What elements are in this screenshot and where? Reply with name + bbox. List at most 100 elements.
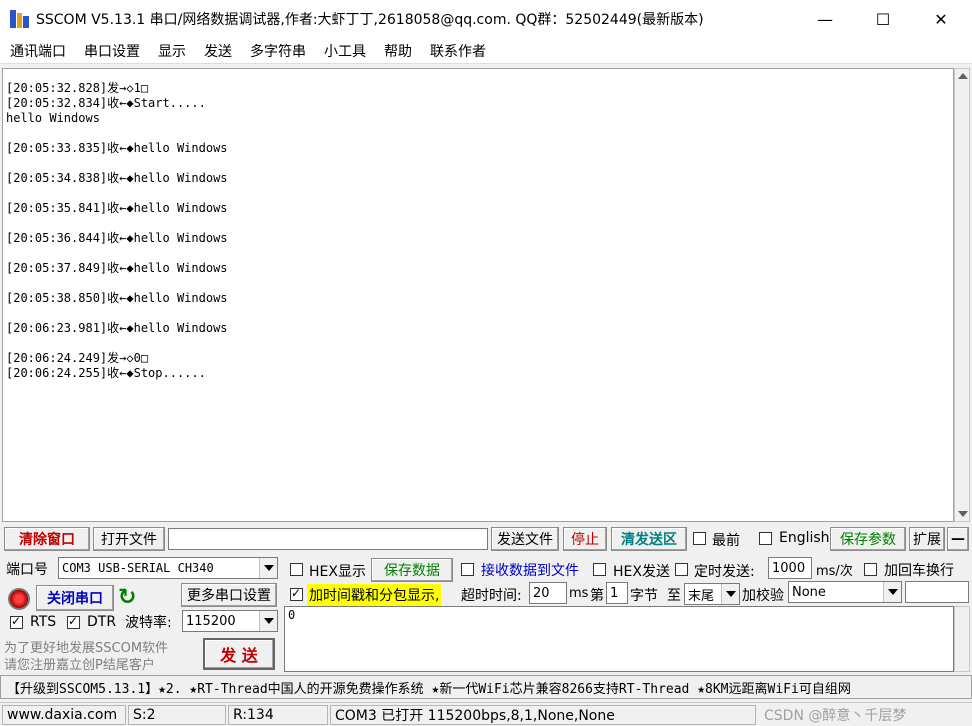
chevron-down-icon[interactable] xyxy=(259,611,277,631)
receive-scrollbar[interactable] xyxy=(954,68,970,522)
timed-send-label: 定时发送: xyxy=(694,564,755,580)
menu-tools[interactable]: 小工具 xyxy=(324,41,366,61)
chevron-down-icon[interactable] xyxy=(259,558,277,578)
send-input[interactable]: 0 xyxy=(284,606,954,672)
clear-send-button[interactable]: 清发送区 xyxy=(611,527,687,551)
checksum-extra-field[interactable] xyxy=(905,581,969,603)
promo-line-2[interactable]: 请您注册嘉立创P结尾客户 xyxy=(4,654,155,673)
english-checkbox[interactable] xyxy=(759,532,772,545)
byte-label: 字节 xyxy=(630,588,658,604)
port-state: COM3 已打开 115200bps,8,1,None,None xyxy=(330,705,756,725)
interval-input[interactable]: 1000 xyxy=(768,557,812,579)
collapse-button[interactable]: — xyxy=(947,527,969,551)
minimize-button[interactable]: — xyxy=(796,0,854,38)
menu-comm-port[interactable]: 通讯端口 xyxy=(10,41,66,61)
byte-prefix: 第 xyxy=(590,588,604,604)
add-crlf-label: 加回车换行 xyxy=(884,563,954,579)
more-serial-settings-button[interactable]: 更多串口设置 xyxy=(181,583,277,607)
maximize-icon: ☐ xyxy=(875,9,891,29)
checksum-value: None xyxy=(792,584,826,600)
maximize-button[interactable]: ☐ xyxy=(854,0,912,38)
scroll-down-icon[interactable] xyxy=(958,511,968,517)
menu-serial-settings[interactable]: 串口设置 xyxy=(84,41,140,61)
window-title: SSCOM V5.13.1 串口/网络数据调试器,作者:大虾丁丁,2618058… xyxy=(36,12,704,28)
receive-text-area[interactable]: [20:05:32.828]发→◇1□ [20:05:32.834]收←◆Star… xyxy=(2,68,954,522)
menu-help[interactable]: 帮助 xyxy=(384,41,412,61)
byte-index-input[interactable]: 1 xyxy=(606,582,628,604)
receive-log-line: hello Windows xyxy=(6,111,100,125)
hex-display-label: HEX显示 xyxy=(309,564,366,580)
close-port-button[interactable]: 关闭串口 xyxy=(36,585,114,611)
refresh-icon[interactable]: ↻ xyxy=(118,586,142,610)
site-link[interactable]: www.daxia.com xyxy=(2,705,126,725)
receive-log-line xyxy=(6,306,950,321)
receive-log-line: [20:05:37.849]收←◆hello Windows xyxy=(6,261,228,275)
received-count: R:134 xyxy=(228,705,328,725)
port-status-icon xyxy=(8,588,30,610)
rts-checkbox[interactable] xyxy=(10,614,23,629)
open-file-button[interactable]: 打开文件 xyxy=(93,527,165,551)
receive-log-line xyxy=(6,246,950,261)
interval-unit: ms/次 xyxy=(816,564,853,579)
receive-log-line: [20:05:32.828]发→◇1□ xyxy=(6,81,149,95)
menu-multi-string[interactable]: 多字符串 xyxy=(250,41,306,61)
close-icon: ✕ xyxy=(934,9,948,29)
menu-contact-author[interactable]: 联系作者 xyxy=(430,41,486,61)
scroll-up-icon[interactable] xyxy=(958,73,968,79)
send-button[interactable]: 发 送 xyxy=(203,638,275,670)
checksum-label: 加校验 xyxy=(742,588,784,604)
receive-log-line: [20:05:32.834]收←◆Start..... xyxy=(6,96,206,110)
receive-log-line xyxy=(6,186,950,201)
menu-send[interactable]: 发送 xyxy=(204,41,232,61)
checksum-select[interactable]: None xyxy=(788,581,902,603)
status-bar: www.daxia.com S:2 R:134 COM3 已打开 115200b… xyxy=(0,702,972,726)
baud-select[interactable]: 115200 xyxy=(182,610,278,632)
app-icon xyxy=(10,8,30,30)
dtr-checkbox[interactable] xyxy=(67,614,80,629)
chevron-down-icon[interactable] xyxy=(883,582,901,602)
receive-log-line: [20:05:38.850]收←◆hello Windows xyxy=(6,291,228,305)
watermark: CSDN @醉意丶千层梦 xyxy=(764,708,907,724)
chevron-down-icon[interactable] xyxy=(721,584,739,604)
port-label: 端口号 xyxy=(6,562,48,578)
timestamp-checkbox[interactable] xyxy=(290,586,303,601)
receive-log-line: [20:06:23.981]收←◆hello Windows xyxy=(6,321,228,335)
timeout-unit: ms xyxy=(569,586,589,601)
receive-log-line xyxy=(6,336,950,351)
stop-button[interactable]: 停止 xyxy=(563,527,607,551)
menu-bar: 通讯端口 串口设置 显示 发送 多字符串 小工具 帮助 联系作者 xyxy=(0,38,972,64)
hex-send-label: HEX发送 xyxy=(613,564,670,580)
receive-log-line: [20:05:36.844]收←◆hello Windows xyxy=(6,231,228,245)
recv-to-file-label[interactable]: 接收数据到文件 xyxy=(481,560,579,580)
receive-log-line: [20:05:34.838]收←◆hello Windows xyxy=(6,171,228,185)
recv-to-file-checkbox[interactable] xyxy=(461,563,474,576)
add-crlf-checkbox[interactable] xyxy=(864,563,877,576)
receive-log-line xyxy=(6,126,950,141)
topmost-checkbox[interactable] xyxy=(693,532,706,545)
end-select[interactable]: 末尾 xyxy=(684,583,740,605)
minimize-icon: — xyxy=(817,9,833,29)
to-label: 至 xyxy=(667,588,681,604)
end-value: 末尾 xyxy=(688,588,715,604)
close-button[interactable]: ✕ xyxy=(912,0,970,38)
news-marquee[interactable]: 【升级到SSCOM5.13.1】★2. ★RT-Thread中国人的开源免费操作… xyxy=(0,675,972,699)
save-params-button[interactable]: 保存参数 xyxy=(830,527,906,551)
receive-log-line: [20:06:24.249]发→◇0□ xyxy=(6,351,149,365)
baud-label: 波特率: xyxy=(125,615,172,631)
clear-window-button[interactable]: 清除窗口 xyxy=(4,527,90,551)
sent-count: S:2 xyxy=(128,705,226,725)
hex-send-checkbox[interactable] xyxy=(593,563,606,576)
save-data-button[interactable]: 保存数据 xyxy=(371,558,453,582)
timeout-label: 超时时间: xyxy=(461,588,522,604)
file-path-input[interactable] xyxy=(168,528,488,550)
expand-button[interactable]: 扩展 xyxy=(909,527,945,551)
hex-display-checkbox[interactable] xyxy=(290,563,303,576)
receive-log-line: [20:06:24.255]收←◆Stop...... xyxy=(6,366,206,380)
send-file-button[interactable]: 发送文件 xyxy=(491,527,559,551)
send-scrollbar[interactable] xyxy=(954,606,970,672)
port-select[interactable]: COM3 USB-SERIAL CH340 xyxy=(58,557,278,579)
timed-send-checkbox[interactable] xyxy=(675,563,688,576)
topmost-label: 最前 xyxy=(712,533,740,549)
menu-display[interactable]: 显示 xyxy=(158,41,186,61)
timeout-input[interactable]: 20 xyxy=(529,582,567,604)
